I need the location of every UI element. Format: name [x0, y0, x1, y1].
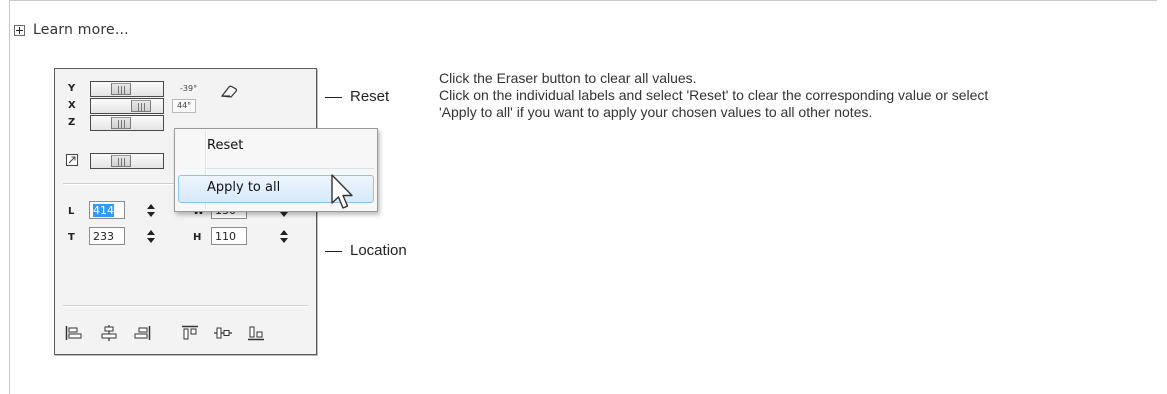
- align-middle-icon[interactable]: [214, 325, 232, 341]
- menu-item-apply-to-all[interactable]: Apply to all: [207, 180, 280, 195]
- expand-plus-icon[interactable]: [14, 24, 25, 36]
- x-axis-label[interactable]: X: [68, 100, 76, 111]
- x-slider-thumb[interactable]: [131, 100, 151, 112]
- align-center-icon[interactable]: [100, 325, 118, 341]
- left-spinner-icon[interactable]: [146, 201, 156, 219]
- panel-separator-bottom: [63, 305, 308, 307]
- height-value: 110: [215, 230, 236, 243]
- content-frame-top-border: [10, 0, 1157, 1]
- h-label[interactable]: H: [193, 232, 201, 243]
- top-spinner-icon[interactable]: [146, 227, 156, 245]
- l-label[interactable]: L: [68, 206, 74, 217]
- z-slider-thumb[interactable]: [111, 117, 131, 129]
- learn-more-label: Learn more...: [33, 22, 129, 38]
- top-position-field[interactable]: 233: [89, 227, 125, 245]
- mouse-pointer-icon: [331, 174, 353, 209]
- zoom-slider-thumb[interactable]: [111, 155, 131, 167]
- learn-more-toggle[interactable]: Learn more...: [14, 22, 129, 38]
- reset-callout-line: [325, 97, 342, 98]
- y-axis-label[interactable]: Y: [68, 83, 75, 94]
- description-line-1: Click the Eraser button to clear all val…: [439, 70, 697, 86]
- expand-icon[interactable]: [66, 154, 78, 166]
- x-rotation-value: 44°: [172, 99, 197, 113]
- t-label[interactable]: T: [68, 232, 75, 243]
- x-rotation-slider[interactable]: [90, 98, 164, 114]
- y-rotation-slider[interactable]: [90, 81, 164, 97]
- align-right-icon[interactable]: [133, 325, 151, 341]
- left-position-value: 414: [93, 204, 114, 217]
- description-line-3: 'Apply to all' if you want to apply your…: [439, 104, 873, 120]
- z-axis-label[interactable]: Z: [68, 117, 75, 128]
- zoom-slider[interactable]: [90, 153, 164, 169]
- description-line-2: Click on the individual labels and selec…: [439, 87, 989, 103]
- eraser-icon[interactable]: [220, 84, 238, 98]
- height-field[interactable]: 110: [211, 227, 247, 245]
- align-bottom-icon[interactable]: [247, 325, 265, 341]
- location-callout-label: Location: [350, 242, 407, 259]
- align-left-icon[interactable]: [65, 325, 83, 341]
- y-rotation-value: -39°: [180, 84, 198, 93]
- reset-callout-label: Reset: [350, 88, 390, 105]
- top-position-value: 233: [93, 230, 114, 243]
- z-rotation-slider[interactable]: [90, 115, 164, 131]
- height-spinner-icon[interactable]: [279, 227, 289, 245]
- context-menu-separator: [205, 168, 374, 169]
- align-top-icon[interactable]: [181, 325, 199, 341]
- location-callout-line: [325, 251, 342, 252]
- content-frame-left-border: [9, 0, 10, 394]
- left-position-field[interactable]: 414: [89, 201, 125, 219]
- menu-item-reset[interactable]: Reset: [207, 138, 243, 153]
- y-slider-thumb[interactable]: [111, 83, 131, 95]
